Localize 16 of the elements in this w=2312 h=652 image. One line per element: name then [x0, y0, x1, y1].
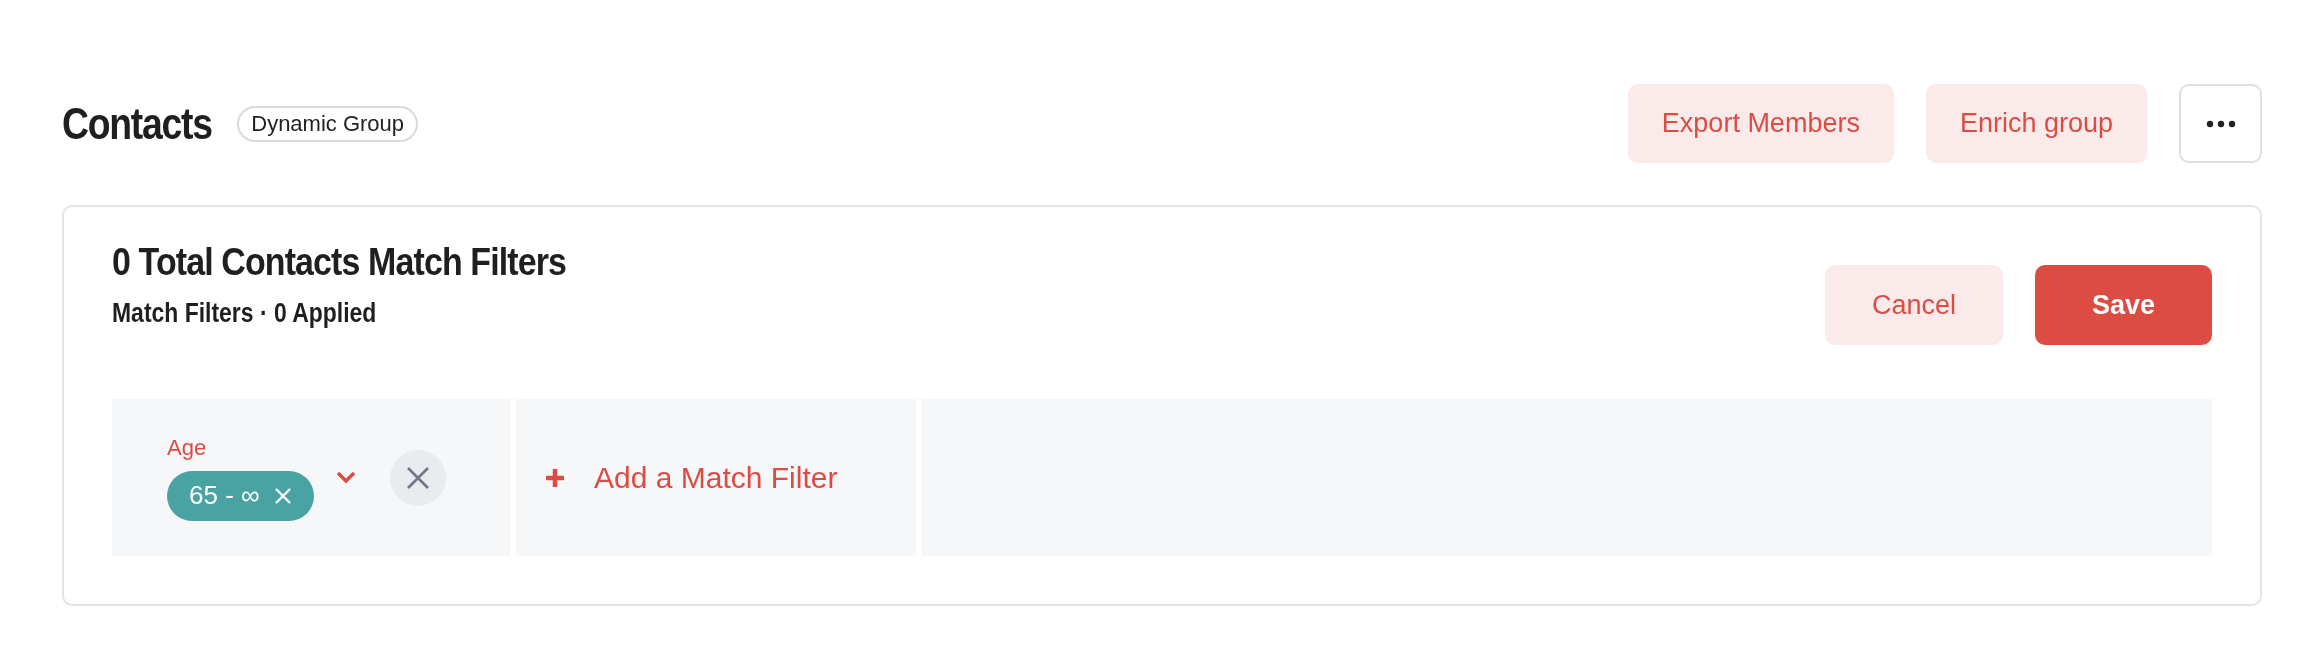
- match-count-title: 0 Total Contacts Match Filters: [112, 240, 567, 284]
- action-button[interactable]: Export Members: [1627, 84, 1894, 163]
- group-type-badge: Dynamic Group: [237, 105, 419, 142]
- more-icon: [2205, 119, 2236, 128]
- chevron-down-icon[interactable]: [335, 471, 356, 484]
- page-title: Contacts: [62, 98, 212, 149]
- action-button[interactable]: Enrich group: [1925, 84, 2147, 163]
- close-icon: [405, 465, 430, 490]
- add-filter-button[interactable]: Add a Match Filter: [516, 399, 916, 556]
- close-icon[interactable]: [273, 486, 292, 505]
- filter-label: Age: [167, 434, 208, 461]
- save-button[interactable]: Save: [2034, 265, 2212, 345]
- plus-icon: [546, 468, 564, 487]
- filter-value-chip[interactable]: 65 - ∞: [167, 470, 314, 521]
- filters-applied-subtitle: Match Filters · 0 Applied: [112, 298, 378, 329]
- action-button[interactable]: Cancel: [1824, 265, 2003, 345]
